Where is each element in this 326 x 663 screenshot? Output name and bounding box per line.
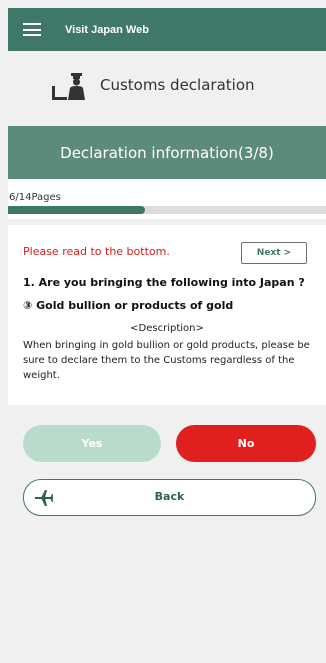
- read-notice: Please read to the bottom.: [23, 245, 170, 258]
- description-body: When bringing in gold bullion or gold pr…: [23, 340, 310, 381]
- app-title: Visit Japan Web: [65, 23, 149, 36]
- question-text: 1. Are you bringing the following into J…: [23, 276, 305, 289]
- next-button[interactable]: Next >: [241, 242, 307, 264]
- description-heading: <Description>: [130, 323, 204, 334]
- top-bar: Visit Japan Web: [8, 8, 326, 51]
- page-counter: 6/14Pages: [9, 192, 61, 203]
- back-label: Back: [154, 490, 185, 503]
- customs-officer-icon: [52, 73, 85, 100]
- customs-title: Customs declaration: [100, 76, 255, 94]
- no-button[interactable]: No: [176, 425, 316, 462]
- customs-header: Customs declaration: [8, 51, 326, 126]
- back-button[interactable]: Back: [23, 479, 316, 516]
- yes-button[interactable]: Yes: [23, 425, 161, 462]
- progress-fill: [8, 206, 145, 214]
- section-title: Declaration information(3/8): [8, 126, 326, 179]
- question-panel: Please read to the bottom. Next > 1. Are…: [8, 225, 326, 405]
- progress-area: 6/14Pages: [8, 179, 326, 219]
- item-heading: ③ Gold bullion or products of gold: [23, 299, 234, 312]
- hamburger-menu-icon[interactable]: [23, 23, 41, 36]
- progress-bar: [8, 206, 326, 214]
